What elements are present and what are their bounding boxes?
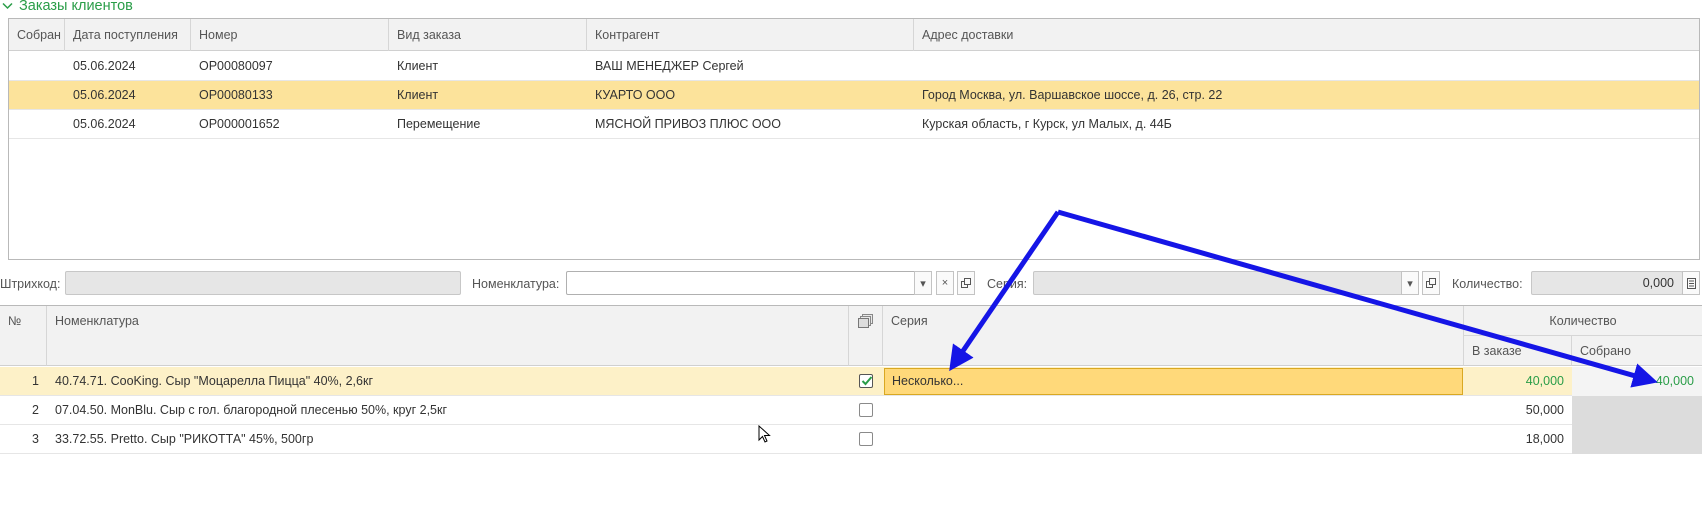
cell-order-type: Клиент	[397, 59, 439, 73]
column-header-partner[interactable]: Контрагент	[587, 19, 914, 51]
nomenclature-input[interactable]	[566, 271, 932, 295]
orders-table[interactable]: Собран Дата поступления Номер Вид заказа…	[8, 18, 1700, 260]
cell-ordered: 50,000	[1525, 403, 1564, 417]
series-dropdown-button[interactable]: ▾	[1401, 271, 1419, 295]
cell-address: Курская область, г Курск, ул Малых, д. 4…	[922, 117, 1172, 131]
cell-collected[interactable]: 40,000	[1572, 367, 1702, 396]
cell-date: 05.06.2024	[73, 59, 136, 73]
quantity-input[interactable]: 0,000	[1531, 271, 1683, 295]
column-header-order-type[interactable]: Вид заказа	[389, 19, 587, 51]
cell-order-type: Клиент	[397, 88, 439, 102]
series-open-button[interactable]	[1422, 271, 1440, 295]
orders-table-header: Собран Дата поступления Номер Вид заказа…	[9, 19, 1699, 51]
cell-ordered: 40,000	[1525, 374, 1564, 388]
nomenclature-open-button[interactable]	[957, 271, 975, 295]
calculator-button[interactable]	[1682, 271, 1700, 295]
cell-series[interactable]	[884, 425, 1463, 454]
column-header-address[interactable]: Адрес доставки	[914, 19, 1699, 51]
cell-date: 05.06.2024	[73, 88, 136, 102]
column-header-no[interactable]: №	[0, 306, 47, 366]
cell-address	[914, 52, 1699, 81]
cell-item: 40.74.71. CooKing. Сыр "Моцарелла Пицца"…	[55, 374, 374, 388]
table-row-selected[interactable]: 1 40.74.71. CooKing. Сыр "Моцарелла Пицц…	[0, 367, 1702, 396]
cell-partner: ВАШ МЕНЕДЖЕР Сергей	[595, 59, 744, 73]
cell-collected[interactable]	[1572, 396, 1702, 425]
cell-partner: МЯСНОЙ ПРИВОЗ ПЛЮС ООО	[595, 117, 781, 131]
cell-number: ОР00080133	[199, 88, 273, 102]
cell-ordered: 18,000	[1525, 432, 1564, 446]
cell-item: 07.04.50. MonBlu. Сыр с гол. благородной…	[55, 403, 448, 417]
calculator-icon	[1686, 277, 1696, 289]
column-header-collected[interactable]: Собрано	[1572, 336, 1702, 366]
cell-number: ОР000001652	[199, 117, 280, 131]
cell-series[interactable]	[884, 396, 1463, 425]
column-header-date[interactable]: Дата поступления	[65, 19, 191, 51]
series-input[interactable]	[1033, 271, 1419, 295]
close-icon: ×	[941, 277, 949, 289]
column-header-ordered[interactable]: В заказе	[1464, 336, 1572, 366]
barcode-input[interactable]	[65, 271, 461, 295]
multiple-series-checkbox[interactable]	[859, 432, 873, 446]
nomenclature-label: Номенклатура:	[472, 277, 560, 291]
cell-address: Город Москва, ул. Варшавское шоссе, д. 2…	[922, 88, 1223, 102]
open-window-icon	[1426, 278, 1436, 288]
table-row-selected[interactable]: 05.06.2024 ОР00080133 Клиент КУАРТО ООО …	[9, 81, 1699, 110]
section-header[interactable]: Заказы клиентов	[2, 0, 133, 15]
cell-number: ОР00080097	[199, 59, 273, 73]
cell-partner: КУАРТО ООО	[595, 88, 676, 102]
cell-row-number: 1	[32, 374, 39, 388]
open-window-icon	[961, 278, 971, 288]
table-row[interactable]: 2 07.04.50. MonBlu. Сыр с гол. благородн…	[0, 396, 1702, 425]
chevron-down-icon: ▾	[1407, 277, 1413, 290]
column-header-series[interactable]: Серия	[883, 306, 1464, 366]
multiple-series-checkbox[interactable]	[859, 403, 873, 417]
series-cell-editing[interactable]: Несколько...	[884, 368, 1463, 395]
cell-row-number: 2	[32, 403, 39, 417]
barcode-label: Штрихкод:	[0, 277, 61, 291]
quantity-label: Количество:	[1452, 277, 1523, 291]
multiple-series-icon	[858, 314, 873, 328]
mouse-cursor-icon	[758, 425, 771, 443]
table-row[interactable]: 3 33.72.55. Pretto. Сыр "РИКОТТА" 45%, 5…	[0, 425, 1702, 454]
cell-collected[interactable]	[1572, 425, 1702, 454]
checkmark-icon	[861, 376, 873, 386]
column-header-multiple[interactable]	[849, 306, 883, 366]
table-row[interactable]: 05.06.2024 ОР00080097 Клиент ВАШ МЕНЕДЖЕ…	[9, 52, 1699, 81]
chevron-down-icon: ▾	[920, 277, 926, 290]
nomenclature-clear-button[interactable]: ×	[936, 271, 954, 295]
cell-item: 33.72.55. Pretto. Сыр "РИКОТТА" 45%, 500…	[55, 432, 314, 446]
column-header-collected[interactable]: Собран	[9, 19, 65, 51]
cell-collected	[9, 81, 65, 110]
multiple-series-checkbox-checked[interactable]	[859, 374, 873, 388]
chevron-down-icon	[2, 2, 13, 10]
series-label: Серия:	[987, 277, 1028, 291]
nomenclature-dropdown-button[interactable]: ▾	[914, 271, 932, 295]
column-header-item[interactable]: Номенклатура	[47, 306, 849, 366]
goods-table[interactable]: № Номенклатура Серия Количество В заказе…	[0, 305, 1702, 532]
cell-collected	[9, 52, 65, 81]
column-group-quantity: Количество	[1464, 306, 1702, 336]
quantity-value: 0,000	[1642, 276, 1674, 290]
column-header-number[interactable]: Номер	[191, 19, 389, 51]
cell-order-type: Перемещение	[397, 117, 481, 131]
cell-date: 05.06.2024	[73, 117, 136, 131]
section-title: Заказы клиентов	[19, 0, 133, 14]
cell-collected	[9, 110, 65, 139]
cell-row-number: 3	[32, 432, 39, 446]
table-row[interactable]: 05.06.2024 ОР000001652 Перемещение МЯСНО…	[9, 110, 1699, 139]
